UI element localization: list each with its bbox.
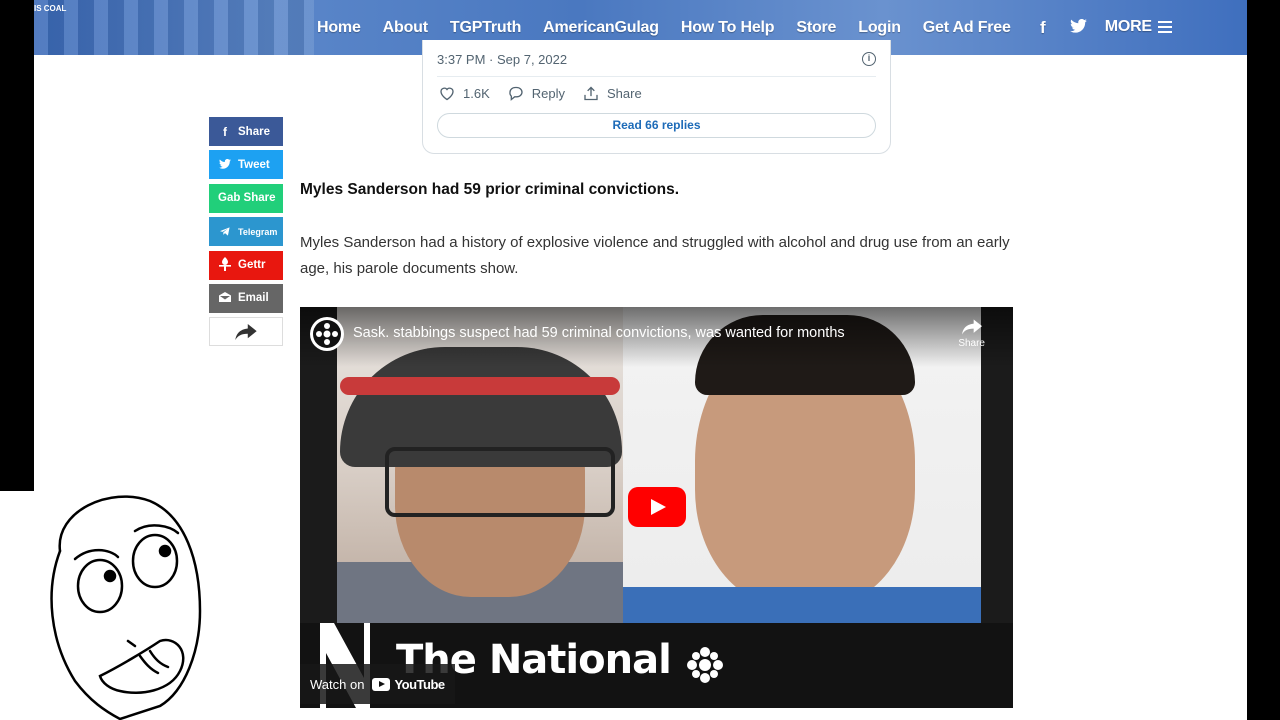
nav-home[interactable]: Home bbox=[317, 19, 361, 37]
tweet-timestamp[interactable]: 3:37 PM · Sep 7, 2022 bbox=[437, 52, 567, 67]
play-button-icon[interactable] bbox=[628, 487, 686, 527]
header-collage-text: IS COAL bbox=[34, 4, 67, 13]
heart-icon bbox=[440, 87, 454, 101]
gettr-share-button[interactable]: Gettr bbox=[209, 250, 283, 280]
video-share-button[interactable]: Share bbox=[958, 319, 985, 349]
facebook-icon[interactable]: f bbox=[1033, 18, 1053, 38]
tweet-divider bbox=[437, 76, 876, 77]
more-share-button[interactable] bbox=[209, 317, 283, 347]
nav-how-to-help[interactable]: How To Help bbox=[681, 19, 775, 37]
right-black-bar bbox=[1247, 0, 1280, 720]
telegram-share-label: Telegram bbox=[238, 226, 278, 237]
share-arrow-icon bbox=[961, 319, 982, 335]
header-photo-collage bbox=[34, 0, 314, 55]
nav-americangulag[interactable]: AmericanGulag bbox=[543, 19, 659, 37]
social-share-sidebar: f Share Tweet Gab Share Telegram Gettr E… bbox=[209, 117, 283, 351]
like-count: 1.6K bbox=[463, 86, 490, 101]
nav-more-button[interactable]: MORE bbox=[1104, 18, 1173, 36]
tweet-share-label: Tweet bbox=[238, 158, 270, 171]
upload-share-icon bbox=[584, 86, 598, 101]
article-subheading: Myles Sanderson had 59 prior criminal co… bbox=[300, 181, 680, 198]
share-tweet-button[interactable]: Share bbox=[583, 86, 642, 101]
gettr-icon bbox=[218, 256, 232, 274]
nav-get-ad-free[interactable]: Get Ad Free bbox=[923, 19, 1011, 37]
thumbnail-cap-brim bbox=[340, 377, 620, 395]
nav-store[interactable]: Store bbox=[796, 19, 836, 37]
nav-tgptruth[interactable]: TGPTruth bbox=[450, 19, 521, 37]
thumbnail-right-shirt bbox=[623, 587, 981, 623]
twitter-icon[interactable] bbox=[1069, 18, 1089, 38]
tweet-actions: 1.6K Reply Share bbox=[439, 86, 660, 101]
forward-arrow-icon bbox=[235, 323, 257, 340]
twitter-icon bbox=[218, 158, 232, 172]
youtube-wordmark: YouTube bbox=[394, 676, 445, 692]
screen: IS COAL Home About TGPTruth AmericanGula… bbox=[0, 0, 1280, 720]
watch-on-label: Watch on bbox=[310, 676, 365, 692]
webpage: IS COAL Home About TGPTruth AmericanGula… bbox=[34, 0, 1247, 720]
facebook-share-button[interactable]: f Share bbox=[209, 117, 283, 146]
video-share-label: Share bbox=[958, 338, 985, 349]
youtube-video-embed[interactable]: The National Sask. stabbings suspect had… bbox=[300, 307, 1013, 708]
gab-share-button[interactable]: Gab Share bbox=[209, 183, 283, 213]
video-title[interactable]: Sask. stabbings suspect had 59 criminal … bbox=[353, 325, 845, 341]
reply-button[interactable]: Reply bbox=[508, 86, 565, 101]
share-label: Share bbox=[607, 86, 642, 101]
thumbnail-glasses bbox=[385, 447, 615, 517]
nav-about[interactable]: About bbox=[383, 19, 428, 37]
watch-on-youtube-button[interactable]: Watch on YouTube bbox=[300, 664, 455, 704]
envelope-icon bbox=[218, 291, 232, 305]
like-button[interactable]: 1.6K bbox=[439, 86, 490, 101]
paper-plane-icon bbox=[218, 225, 232, 239]
gettr-share-label: Gettr bbox=[238, 259, 266, 272]
telegram-share-button[interactable]: Telegram bbox=[209, 217, 283, 247]
facebook-share-label: Share bbox=[238, 125, 270, 138]
article-paragraph: Myles Sanderson had a history of explosi… bbox=[300, 234, 1010, 277]
email-share-button[interactable]: Email bbox=[209, 283, 283, 313]
gab-share-label: Gab Share bbox=[218, 192, 276, 205]
reply-label: Reply bbox=[531, 86, 565, 101]
cbc-channel-avatar[interactable] bbox=[310, 317, 344, 351]
info-icon[interactable]: i bbox=[862, 52, 876, 66]
embedded-tweet: 3:37 PM · Sep 7, 2022 i 1.6K Reply Share… bbox=[422, 40, 891, 154]
facebook-icon: f bbox=[223, 124, 227, 139]
hamburger-menu-icon bbox=[1158, 18, 1173, 36]
reply-bubble-icon bbox=[509, 86, 523, 101]
thinking-face-meme-image bbox=[0, 491, 215, 720]
cbc-gem-logo bbox=[687, 647, 723, 683]
email-share-label: Email bbox=[238, 292, 269, 305]
read-replies-button[interactable]: Read 66 replies bbox=[437, 113, 876, 138]
tweet-share-button[interactable]: Tweet bbox=[209, 150, 283, 180]
youtube-logo-icon bbox=[372, 677, 391, 691]
nav-login[interactable]: Login bbox=[858, 19, 901, 37]
nav-more-label: MORE bbox=[1104, 18, 1152, 36]
